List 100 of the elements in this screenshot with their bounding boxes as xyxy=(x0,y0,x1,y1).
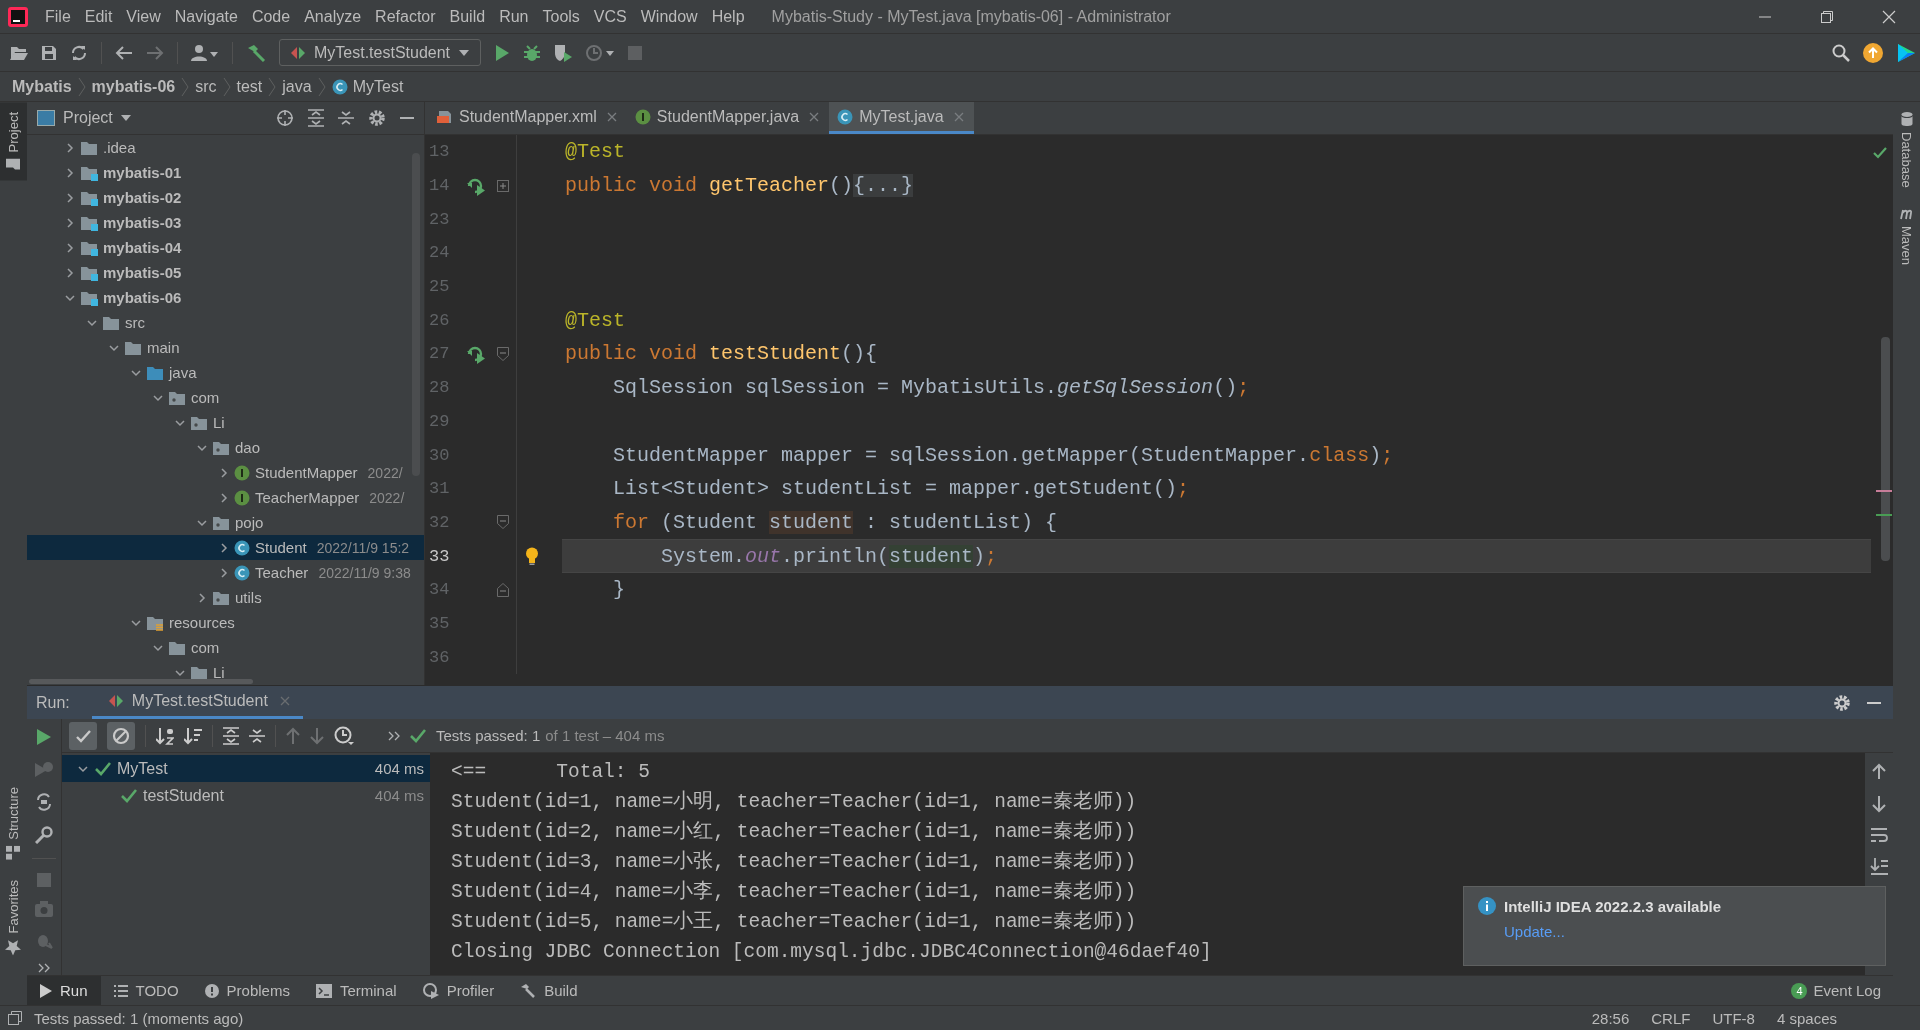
status-item[interactable]: 4 spaces xyxy=(1769,1009,1844,1027)
breadcrumb[interactable]: Mybatis xyxy=(12,77,72,96)
menu-item[interactable]: Edit xyxy=(77,7,120,26)
breadcrumb[interactable]: test xyxy=(236,77,263,96)
chevron-right-icon[interactable] xyxy=(196,591,208,604)
scrollbar-thumb[interactable] xyxy=(1881,337,1890,561)
chevron-right-icon[interactable] xyxy=(218,466,230,479)
tree-item[interactable]: mybatis-06 xyxy=(27,285,424,310)
menu-item[interactable]: Navigate xyxy=(167,7,245,26)
tree-item[interactable]: .idea xyxy=(27,135,424,160)
profile-dropdown-icon[interactable] xyxy=(585,43,616,62)
tree-item[interactable]: Li xyxy=(27,410,424,435)
chevron-right-icon[interactable] xyxy=(64,141,76,154)
tree-item[interactable]: mybatis-01 xyxy=(27,160,424,185)
chevron-right-icon[interactable] xyxy=(218,491,230,504)
test-tree-item[interactable]: testStudent 404 ms xyxy=(62,782,430,809)
rerun-icon[interactable] xyxy=(36,728,52,746)
scrollbar-thumb[interactable] xyxy=(29,679,253,684)
menu-item[interactable]: Code xyxy=(244,7,298,26)
tree-item[interactable]: Student 2022/11/9 15:2 xyxy=(27,535,424,560)
menu-item[interactable]: Run xyxy=(492,7,536,26)
person-dropdown-icon[interactable] xyxy=(191,43,219,62)
test-tree-item[interactable]: MyTest 404 ms xyxy=(62,755,430,782)
event-log-button[interactable]: Event Log xyxy=(1813,982,1881,999)
update-icon[interactable] xyxy=(1863,42,1883,63)
tree-item[interactable]: Teacher 2022/11/9 9:38 xyxy=(27,560,424,585)
chevron-right-icon[interactable] xyxy=(218,566,230,579)
sync-icon[interactable] xyxy=(70,43,88,62)
settings-icon[interactable] xyxy=(368,109,386,127)
wrench-icon[interactable] xyxy=(35,826,53,844)
hammer-icon[interactable] xyxy=(246,43,266,62)
breadcrumb[interactable]: mybatis-06 xyxy=(91,77,176,96)
tool-window-tab[interactable]: Structure xyxy=(0,776,27,870)
soft-wrap-icon[interactable] xyxy=(1870,827,1888,843)
chevron-right-icon[interactable] xyxy=(64,191,76,204)
tree-item[interactable]: resources xyxy=(27,610,424,635)
tool-window-tab[interactable]: Problems xyxy=(191,976,303,1005)
tool-window-tab[interactable]: Profiler xyxy=(409,976,508,1005)
menu-item[interactable]: Analyze xyxy=(297,7,369,26)
coverage-icon[interactable] xyxy=(554,43,573,62)
run-icon[interactable] xyxy=(494,43,511,62)
editor-tab[interactable]: MyTest.java xyxy=(829,102,974,134)
menu-item[interactable]: File xyxy=(38,7,78,26)
chevron-right-icon[interactable] xyxy=(218,541,230,554)
tree-item[interactable]: pojo xyxy=(27,510,424,535)
show-ignored-toggle[interactable] xyxy=(107,721,135,750)
status-item[interactable]: CRLF xyxy=(1644,1009,1698,1027)
tool-window-toggle-icon[interactable] xyxy=(8,1011,22,1025)
debug-icon[interactable] xyxy=(523,43,542,62)
chevron-right-icon[interactable] xyxy=(64,266,76,279)
tree-item[interactable]: dao xyxy=(27,435,424,460)
menu-item[interactable]: Help xyxy=(704,7,752,26)
menu-item[interactable]: Window xyxy=(633,7,705,26)
tree-item[interactable]: src xyxy=(27,310,424,335)
tree-item[interactable]: com xyxy=(27,635,424,660)
search-icon[interactable] xyxy=(1832,43,1850,62)
status-item[interactable]: UTF-8 xyxy=(1705,1009,1762,1027)
fold-collapse-icon[interactable] xyxy=(496,582,509,597)
tool-window-tab[interactable]: Build xyxy=(507,976,591,1005)
locate-icon[interactable] xyxy=(276,109,294,127)
settings-icon[interactable] xyxy=(1833,693,1851,712)
menu-item[interactable]: Tools xyxy=(535,7,587,26)
breadcrumb[interactable]: java xyxy=(282,77,312,96)
show-passed-toggle[interactable] xyxy=(69,721,97,750)
more-icon[interactable] xyxy=(38,963,50,973)
fold-collapse-icon[interactable] xyxy=(496,346,509,361)
project-view-dropdown[interactable]: Project xyxy=(37,109,131,127)
toolbox-icon[interactable] xyxy=(1896,42,1916,63)
chevron-right-icon[interactable] xyxy=(64,166,76,179)
menu-item[interactable]: View xyxy=(119,7,168,26)
tree-item[interactable]: java xyxy=(27,360,424,385)
tree-item[interactable]: mybatis-04 xyxy=(27,235,424,260)
run-configuration-dropdown[interactable]: MyTest.testStudent xyxy=(279,39,482,66)
collapse-all-icon[interactable] xyxy=(338,109,354,127)
menu-item[interactable]: Build xyxy=(442,7,493,26)
lightbulb-icon[interactable] xyxy=(525,547,539,566)
tool-window-tab[interactable]: TODO xyxy=(100,976,192,1005)
tree-item[interactable]: mybatis-03 xyxy=(27,210,424,235)
menu-item[interactable]: VCS xyxy=(586,7,634,26)
sort-duration-icon[interactable] xyxy=(184,726,202,745)
tree-item[interactable]: com xyxy=(27,385,424,410)
restore-icon[interactable] xyxy=(1820,9,1834,24)
editor-tab[interactable]: StudentMapper.java xyxy=(626,102,830,134)
tool-window-tab[interactable]: Terminal xyxy=(302,976,410,1005)
tool-window-tab[interactable]: Run xyxy=(27,976,101,1005)
tree-item[interactable]: utils xyxy=(27,585,424,610)
tool-window-tab[interactable]: Project xyxy=(0,102,27,181)
collapse-all-icon[interactable] xyxy=(249,726,265,745)
more-icon[interactable] xyxy=(388,730,400,741)
editor-tab[interactable]: StudentMapper.xml xyxy=(429,102,627,134)
tool-window-tab[interactable]: Favorites xyxy=(0,869,27,965)
history-icon[interactable] xyxy=(334,725,354,746)
tool-window-tab[interactable]: Database xyxy=(1893,102,1920,198)
update-link[interactable]: Update... xyxy=(1504,923,1565,940)
menu-item[interactable]: Refactor xyxy=(368,7,443,26)
tree-item[interactable]: TeacherMapper 2022/ xyxy=(27,485,424,510)
expand-all-icon[interactable] xyxy=(308,109,324,127)
status-item[interactable]: 28:56 xyxy=(1584,1009,1637,1027)
tree-item[interactable]: main xyxy=(27,335,424,360)
open-folder-icon[interactable] xyxy=(10,44,28,61)
